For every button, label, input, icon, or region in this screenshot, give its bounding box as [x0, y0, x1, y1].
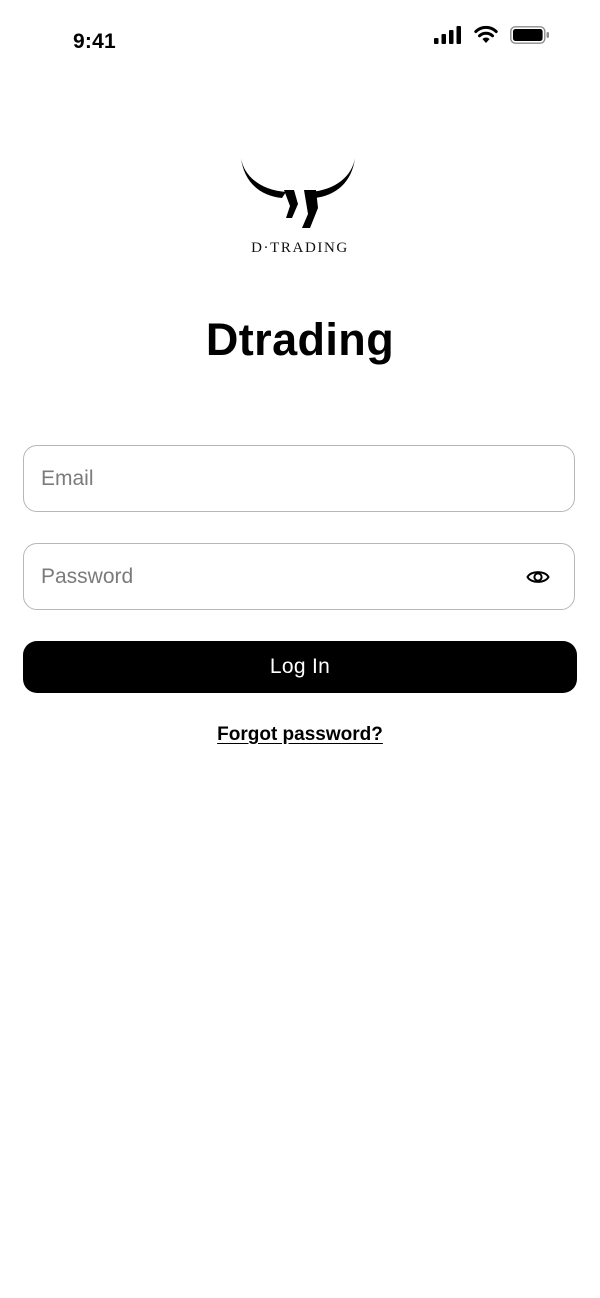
password-input[interactable] [41, 544, 511, 609]
brand-logo: D·TRADING [230, 150, 370, 270]
forgot-password-link[interactable]: Forgot password? [0, 724, 600, 746]
battery-icon [510, 26, 549, 44]
email-input[interactable] [41, 446, 511, 511]
email-field[interactable] [23, 445, 575, 512]
status-bar: 9:41 [0, 0, 600, 80]
app-title: Dtrading [205, 314, 395, 365]
login-button[interactable]: Log In [23, 641, 577, 693]
bull-horns-icon [241, 158, 355, 228]
status-icons [432, 24, 552, 48]
wifi-icon [474, 25, 498, 43]
eye-icon[interactable] [526, 566, 550, 588]
status-time: 9:41 [73, 30, 116, 53]
password-field[interactable] [23, 543, 575, 610]
logo-wordmark: D·TRADING [251, 240, 349, 256]
cellular-signal-icon [434, 26, 461, 44]
